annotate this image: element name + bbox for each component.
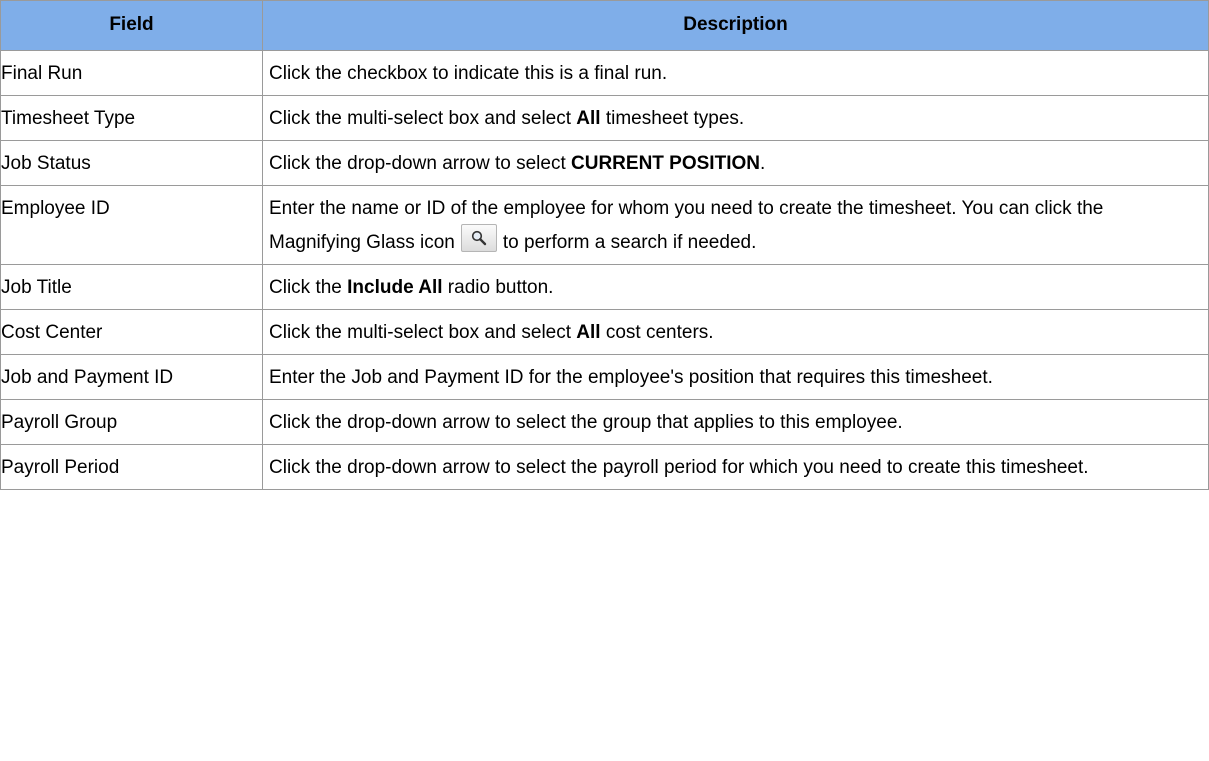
table-row: Final Run Click the checkbox to indicate … bbox=[0, 50, 1209, 96]
field-name-cell: Job Status bbox=[0, 140, 263, 186]
emphasis-text: Include All bbox=[347, 277, 443, 298]
table-row: Timesheet Type Click the multi-select box… bbox=[0, 95, 1209, 141]
description-text: Click the drop-down arrow to select bbox=[269, 153, 572, 174]
field-name-cell: Employee ID bbox=[0, 185, 263, 265]
description-text: radio button. bbox=[442, 277, 554, 298]
description-text: to perform a search if needed. bbox=[502, 232, 757, 253]
field-description-cell: Enter the name or ID of the employee for… bbox=[262, 185, 1209, 265]
table-row: Employee ID Enter the name or ID of the e… bbox=[0, 185, 1209, 265]
table-row: Payroll Period Click the drop-down arrow … bbox=[0, 444, 1209, 490]
field-description-cell: Click the Include All radio button. bbox=[262, 264, 1209, 310]
description-text: timesheet types. bbox=[600, 108, 745, 129]
field-name-cell: Timesheet Type bbox=[0, 95, 263, 141]
table-header-row: Field Description bbox=[0, 0, 1209, 51]
table-row: Job Status Click the drop-down arrow to s… bbox=[0, 140, 1209, 186]
description-text: cost centers. bbox=[600, 322, 714, 343]
magnifying-glass-icon bbox=[460, 224, 497, 252]
table-row: Payroll Group Click the drop-down arrow t… bbox=[0, 399, 1209, 445]
table-row: Cost Center Click the multi-select box an… bbox=[0, 309, 1209, 355]
column-header-description: Description bbox=[262, 0, 1209, 51]
field-description-table: Field Description Final Run Click the che… bbox=[0, 0, 1209, 490]
field-name-cell: Job Title bbox=[0, 264, 263, 310]
field-description-cell: Click the multi-select box and select Al… bbox=[262, 95, 1209, 141]
description-text: Click the multi-select box and select bbox=[269, 108, 577, 129]
emphasis-text: CURRENT POSITION bbox=[571, 153, 760, 174]
field-name-cell: Cost Center bbox=[0, 309, 263, 355]
field-description-cell: Enter the Job and Payment ID for the emp… bbox=[262, 354, 1209, 400]
description-text: Click the multi-select box and select bbox=[269, 322, 577, 343]
description-text: Click the checkbox to indicate this is a… bbox=[269, 63, 668, 84]
field-name-cell: Payroll Group bbox=[0, 399, 263, 445]
emphasis-text: All bbox=[576, 108, 601, 129]
table-row: Job Title Click the Include All radio but… bbox=[0, 264, 1209, 310]
field-name-cell: Payroll Period bbox=[0, 444, 263, 490]
field-description-cell: Click the multi-select box and select Al… bbox=[262, 309, 1209, 355]
description-text: . bbox=[759, 153, 766, 174]
field-name-cell: Job and Payment ID bbox=[0, 354, 263, 400]
field-description-cell: Click the drop-down arrow to select CURR… bbox=[262, 140, 1209, 186]
field-description-cell: Click the drop-down arrow to select the … bbox=[262, 444, 1209, 490]
table-body: Final Run Click the checkbox to indicate … bbox=[0, 50, 1209, 490]
field-description-cell: Click the checkbox to indicate this is a… bbox=[262, 50, 1209, 96]
column-header-field: Field bbox=[0, 0, 263, 51]
description-text: Enter the Job and Payment ID for the emp… bbox=[269, 367, 993, 388]
description-text: Click the bbox=[269, 277, 348, 298]
field-name-cell: Final Run bbox=[0, 50, 263, 96]
description-text: Click the drop-down arrow to select the … bbox=[269, 457, 1089, 478]
table-row: Job and Payment ID Enter the Job and Paym… bbox=[0, 354, 1209, 400]
field-description-cell: Click the drop-down arrow to select the … bbox=[262, 399, 1209, 445]
description-text: Click the drop-down arrow to select the … bbox=[269, 412, 903, 433]
emphasis-text: All bbox=[576, 322, 601, 343]
